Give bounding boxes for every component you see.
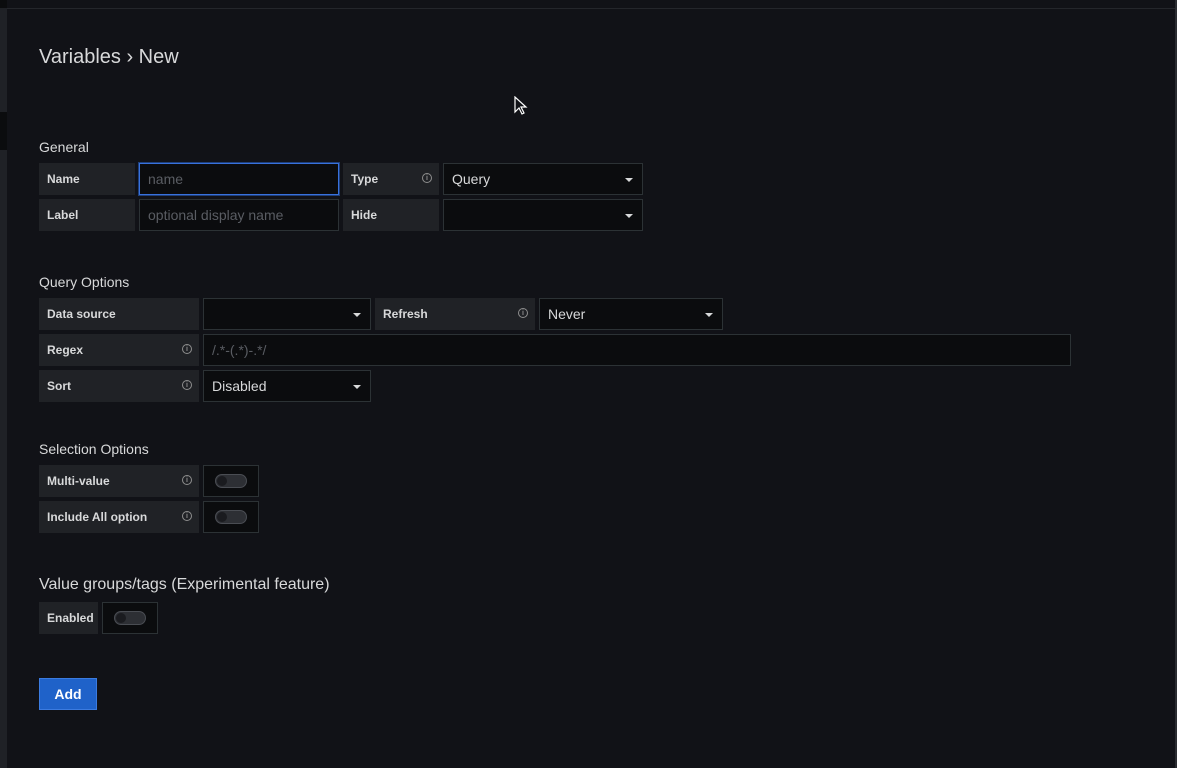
type-select-value: Query xyxy=(452,171,491,187)
enabled-toggle[interactable] xyxy=(114,611,146,625)
refresh-select[interactable]: Never xyxy=(539,298,723,330)
general-heading: General xyxy=(39,139,89,155)
regex-label: Regex i xyxy=(39,334,199,366)
toggle-knob xyxy=(217,512,227,522)
caret-down-icon xyxy=(625,214,633,218)
refresh-select-value: Never xyxy=(548,306,586,322)
refresh-label-text: Refresh xyxy=(383,307,428,321)
regex-label-text: Regex xyxy=(47,343,84,357)
include-all-label-text: Include All option xyxy=(47,510,148,524)
info-icon[interactable]: i xyxy=(182,511,192,521)
value-groups-heading: Value groups/tags (Experimental feature) xyxy=(39,576,330,593)
multi-value-switch-box[interactable] xyxy=(203,465,259,497)
include-all-toggle[interactable] xyxy=(215,510,247,524)
sort-select[interactable]: Disabled xyxy=(203,370,371,402)
enabled-switch-box[interactable] xyxy=(102,602,158,634)
side-rail xyxy=(0,0,7,768)
toggle-knob xyxy=(217,476,227,486)
caret-down-icon xyxy=(353,313,361,317)
datasource-label: Data source xyxy=(39,298,199,330)
mouse-pointer-icon xyxy=(514,96,528,115)
multi-value-label-text: Multi-value xyxy=(47,474,110,488)
sort-label: Sort i xyxy=(39,370,199,402)
multi-value-toggle[interactable] xyxy=(215,474,247,488)
type-label: Type i xyxy=(343,163,439,195)
info-icon[interactable]: i xyxy=(182,475,192,485)
type-select[interactable]: Query xyxy=(443,163,643,195)
add-button[interactable]: Add xyxy=(39,678,97,710)
multi-value-label: Multi-value i xyxy=(39,465,199,497)
caret-down-icon xyxy=(353,385,361,389)
page-title: Variables › New xyxy=(39,46,179,68)
info-icon[interactable]: i xyxy=(518,308,528,318)
name-label: Name xyxy=(39,163,135,195)
include-all-label: Include All option i xyxy=(39,501,199,533)
query-options-heading: Query Options xyxy=(39,274,130,290)
top-bar xyxy=(0,0,1177,9)
sort-select-value: Disabled xyxy=(212,378,267,394)
hide-label: Hide xyxy=(343,199,439,231)
include-all-switch-box[interactable] xyxy=(203,501,259,533)
name-input[interactable] xyxy=(139,163,339,195)
label-label: Label xyxy=(39,199,135,231)
type-label-text: Type xyxy=(351,172,379,186)
sort-label-text: Sort xyxy=(47,379,71,393)
info-icon[interactable]: i xyxy=(182,380,192,390)
toggle-knob xyxy=(116,613,126,623)
datasource-select[interactable] xyxy=(203,298,371,330)
refresh-label: Refresh i xyxy=(375,298,535,330)
regex-input[interactable] xyxy=(203,334,1071,366)
enabled-label: Enabled xyxy=(39,602,98,634)
info-icon[interactable]: i xyxy=(182,344,192,354)
caret-down-icon xyxy=(625,178,633,182)
caret-down-icon xyxy=(705,313,713,317)
label-input[interactable] xyxy=(139,199,339,231)
selection-options-heading: Selection Options xyxy=(39,441,149,457)
info-icon[interactable]: i xyxy=(422,173,432,183)
hide-select[interactable] xyxy=(443,199,643,231)
